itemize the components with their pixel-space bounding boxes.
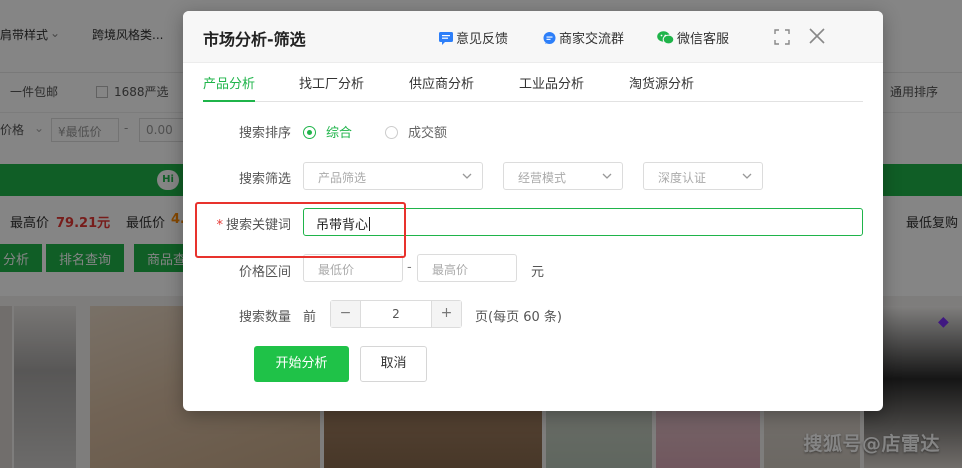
page-count-value[interactable]: 2 — [361, 307, 431, 321]
cancel-button[interactable]: 取消 — [360, 346, 427, 382]
price-unit: 元 — [531, 265, 545, 280]
wechat-service-link[interactable]: 微信客服 — [657, 28, 729, 49]
merchant-group-link[interactable]: 商家交流群 — [543, 28, 624, 49]
price-min-input[interactable]: 最低价 — [303, 254, 403, 282]
price-separator: - — [407, 260, 412, 275]
price-max-input[interactable]: 最高价 — [417, 254, 517, 282]
modal-tabs: 产品分析 找工厂分析 供应商分析 工业品分析 淘货源分析 — [203, 63, 863, 102]
annotation-highlight-box — [195, 202, 406, 258]
decrement-button[interactable]: − — [331, 301, 361, 327]
group-chat-icon — [543, 32, 556, 49]
page-count-stepper[interactable]: − 2 + — [330, 300, 462, 328]
tab-product-analysis[interactable]: 产品分析 — [203, 73, 256, 102]
count-prefix: 前 — [303, 310, 317, 325]
certification-select[interactable]: 深度认证 — [643, 162, 763, 190]
product-filter-select[interactable]: 产品筛选 — [303, 162, 483, 190]
filter-label: 搜索筛选 — [238, 172, 291, 187]
chevron-down-icon — [742, 173, 752, 179]
count-suffix: 页(每页 60 条) — [475, 310, 562, 325]
modal-title: 市场分析-筛选 — [203, 30, 306, 49]
tab-taobao-source-analysis[interactable]: 淘货源分析 — [629, 73, 694, 102]
count-label: 搜索数量 — [238, 310, 291, 325]
feedback-link[interactable]: 意见反馈 — [439, 28, 508, 49]
tab-supplier-analysis[interactable]: 供应商分析 — [409, 73, 474, 102]
chevron-down-icon — [462, 173, 472, 179]
sort-radio-revenue[interactable]: 成交额 — [385, 122, 447, 141]
price-range-label: 价格区间 — [238, 265, 291, 280]
tab-factory-analysis[interactable]: 找工厂分析 — [299, 73, 364, 102]
chevron-down-icon — [602, 173, 612, 179]
chat-bubble-icon — [439, 32, 453, 49]
wechat-icon — [657, 31, 675, 49]
business-mode-select[interactable]: 经营模式 — [503, 162, 623, 190]
close-icon[interactable] — [807, 26, 827, 46]
sort-radio-comprehensive[interactable]: 综合 — [303, 122, 352, 141]
start-analysis-button[interactable]: 开始分析 — [254, 346, 349, 382]
tab-industrial-analysis[interactable]: 工业品分析 — [519, 73, 584, 102]
expand-icon[interactable] — [773, 28, 791, 46]
modal-header: 市场分析-筛选 意见反馈 商家交流群 微信客服 — [183, 11, 883, 63]
sort-label: 搜索排序 — [238, 126, 291, 141]
increment-button[interactable]: + — [431, 301, 461, 327]
